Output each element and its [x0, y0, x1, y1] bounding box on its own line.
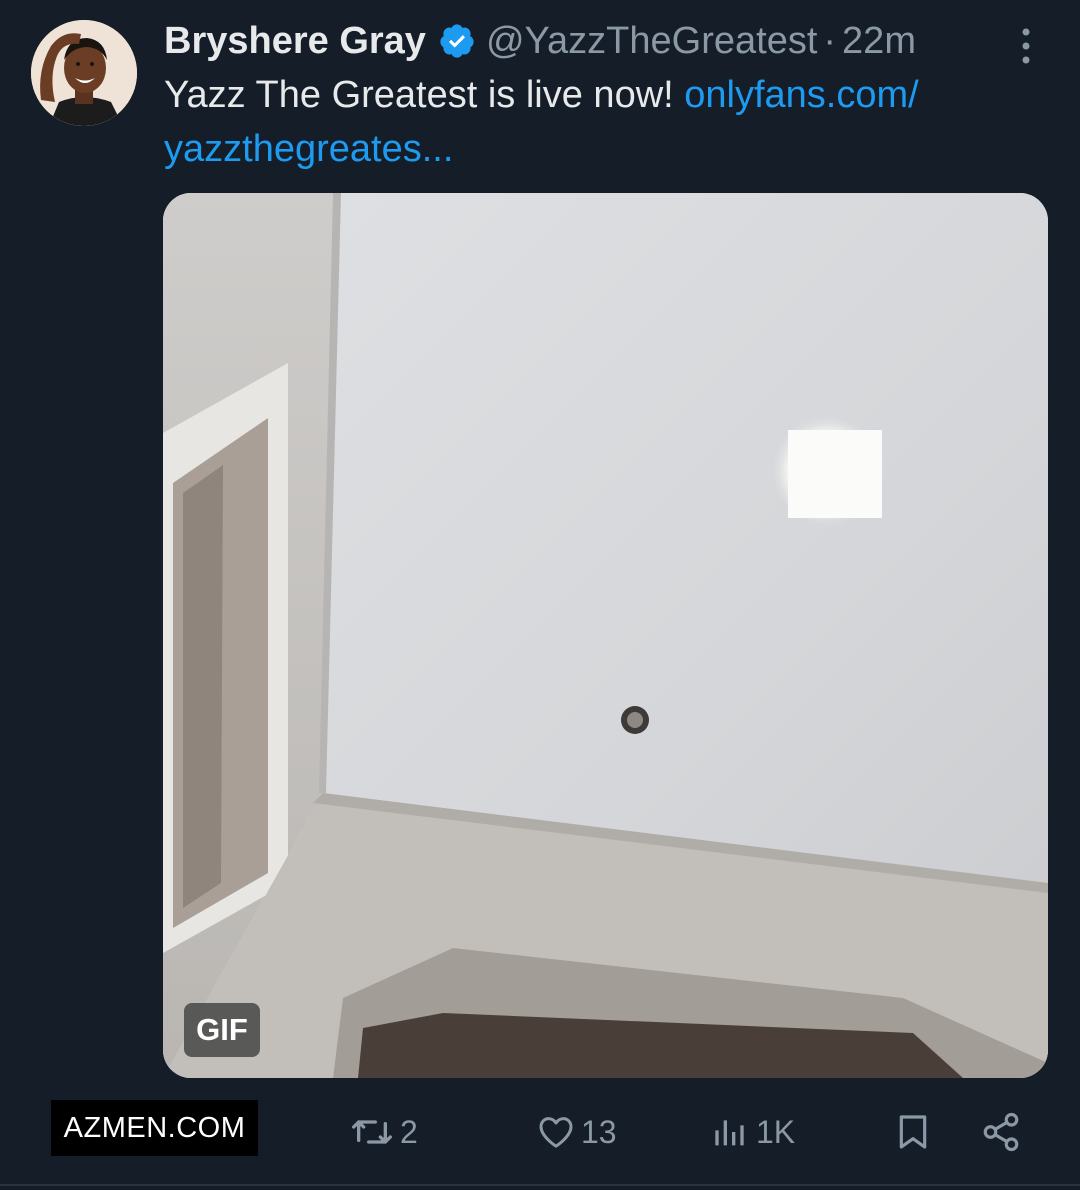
bookmark-icon — [893, 1111, 933, 1153]
tweet-divider — [0, 1184, 1080, 1186]
views-button[interactable]: 1K — [712, 1100, 795, 1164]
author-handle[interactable]: @YazzTheGreatest — [486, 20, 817, 63]
author-name[interactable]: Bryshere Gray — [164, 20, 426, 63]
avatar-image — [31, 20, 137, 126]
retweet-count: 2 — [400, 1113, 418, 1150]
like-button[interactable]: 13 — [535, 1100, 617, 1164]
bookmark-button[interactable] — [893, 1100, 933, 1164]
views-count: 1K — [756, 1113, 796, 1150]
retweet-button[interactable]: 2 — [348, 1100, 418, 1164]
share-icon — [980, 1111, 1022, 1153]
site-watermark: AZMEN.COM — [51, 1100, 258, 1156]
gif-frame-image — [163, 193, 1048, 1078]
gif-badge: GIF — [184, 1003, 260, 1057]
tweet-link-part2: yazzthegreates... — [164, 128, 454, 170]
more-options-icon[interactable] — [1016, 26, 1036, 66]
tweet-screen: Bryshere Gray @YazzTheGreatest · 22m Yaz… — [0, 0, 1080, 1190]
tweet-link-part1: onlyfans.com/ — [684, 74, 919, 116]
tweet-header: Bryshere Gray @YazzTheGreatest · 22m — [164, 18, 916, 64]
tweet-text: Yazz The Greatest is live now! onlyfans.… — [164, 68, 1034, 176]
retweet-icon — [348, 1112, 396, 1152]
tweet-timestamp[interactable]: 22m — [842, 20, 916, 63]
verified-badge-icon — [438, 22, 476, 60]
tweet-media-gif[interactable]: GIF — [163, 193, 1048, 1078]
like-heart-icon — [535, 1112, 577, 1152]
tweet-body: Yazz The Greatest is live now! — [164, 74, 674, 116]
like-count: 13 — [581, 1113, 617, 1150]
share-button[interactable] — [980, 1100, 1022, 1164]
views-chart-icon — [712, 1112, 752, 1152]
header-separator: · — [823, 19, 837, 62]
author-avatar[interactable] — [31, 20, 137, 126]
